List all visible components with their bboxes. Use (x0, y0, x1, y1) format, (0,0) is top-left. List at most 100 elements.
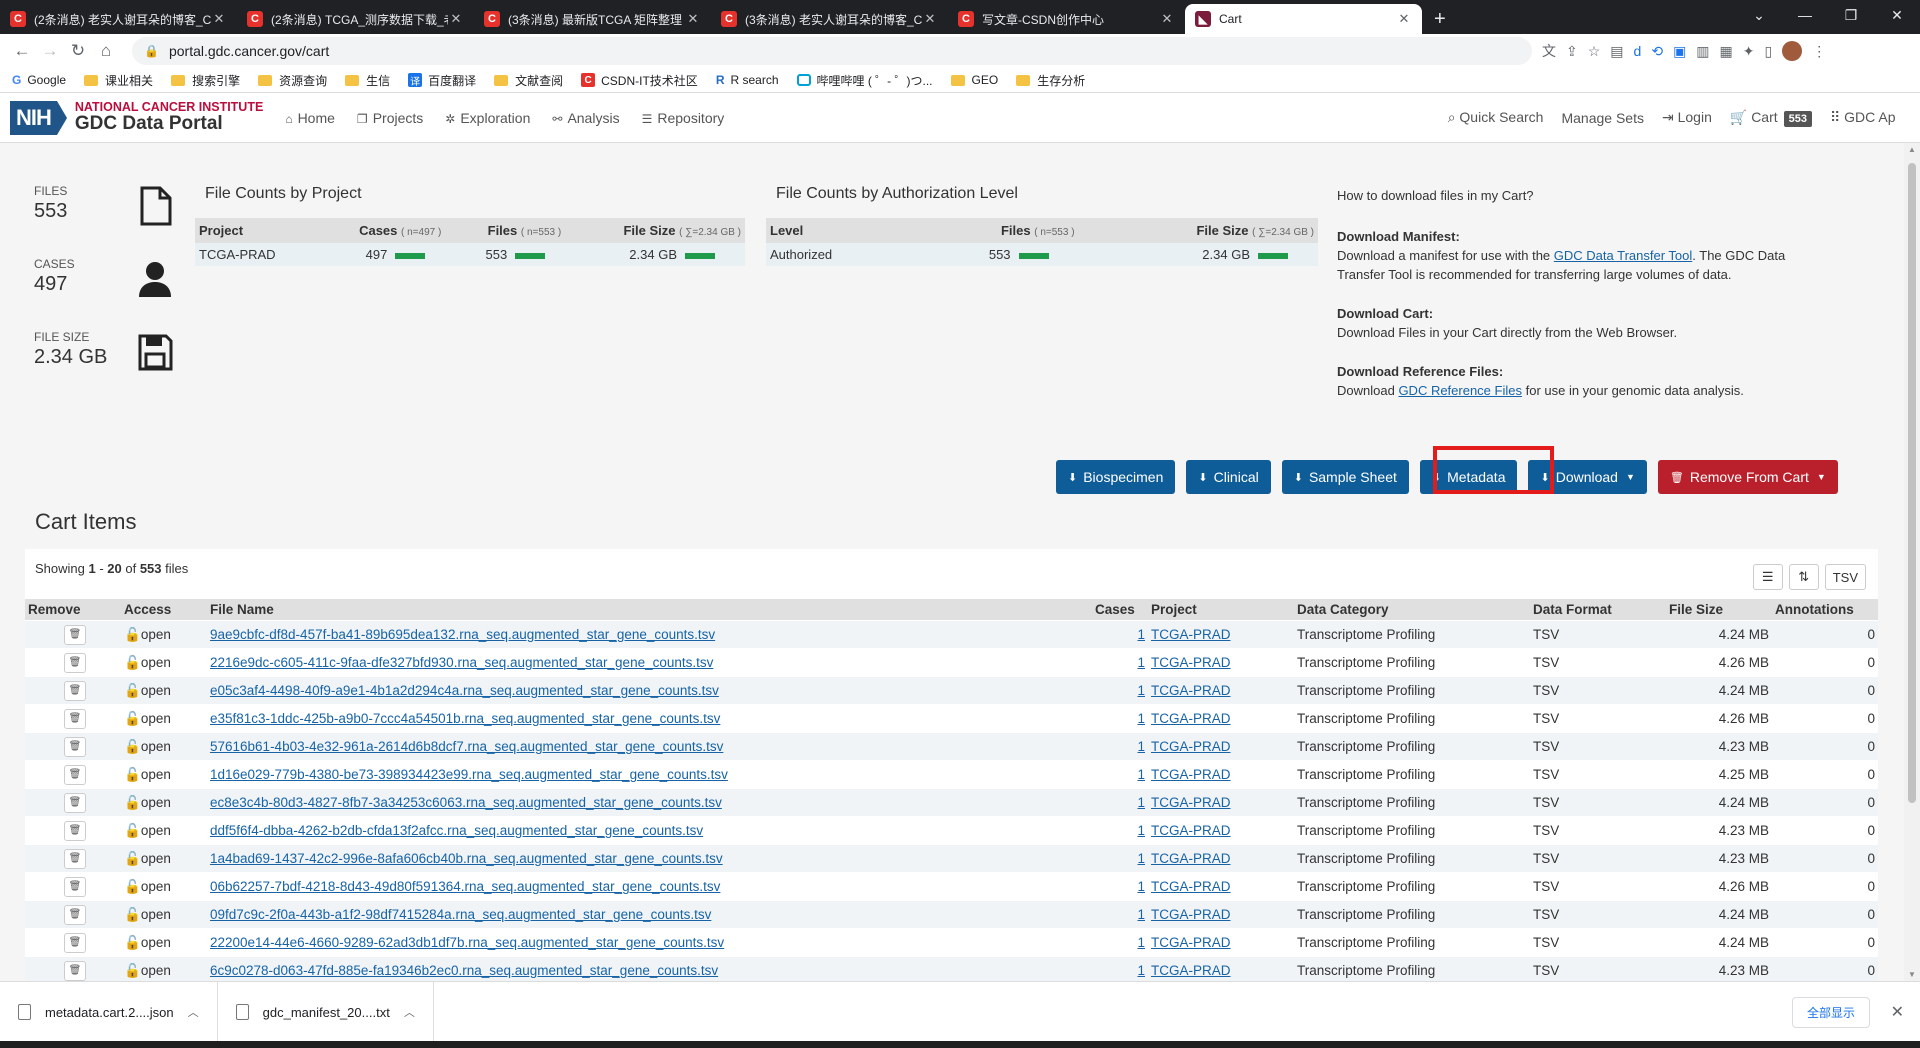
menu-icon[interactable]: ⋮ (1812, 43, 1826, 60)
chevron-up-icon[interactable]: ︿ (188, 1004, 199, 1020)
nav-repository[interactable]: ☰ Repository (642, 110, 725, 126)
file-name-link[interactable]: 22200e14-44e6-4660-9289-62ad3db1df7b.rna… (210, 935, 724, 950)
chevron-up-icon[interactable]: ︿ (404, 1004, 415, 1020)
star-icon[interactable]: ☆ (1588, 43, 1601, 60)
trash-icon[interactable]: 🗑 (64, 932, 86, 953)
file-name-link[interactable]: ec8e3c4b-80d3-4827-8fb7-3a34253c6063.rna… (210, 795, 722, 810)
close-window-icon[interactable]: ✕ (1874, 7, 1920, 24)
file-name-link[interactable]: 06b62257-7bdf-4218-8d43-49d80f591364.rna… (210, 879, 720, 894)
scroll-up-icon[interactable]: ▲ (1908, 145, 1916, 154)
close-icon[interactable]: ✕ (448, 11, 464, 27)
show-all-button[interactable]: 全部显示 (1791, 996, 1870, 1028)
nav-projects[interactable]: ❐ Projects (357, 110, 423, 126)
trash-icon[interactable]: 🗑 (64, 624, 86, 645)
sidebar-icon[interactable]: ▯ (1765, 43, 1773, 60)
extension-icon[interactable]: ▥ (1696, 43, 1709, 60)
trash-icon[interactable]: 🗑 (64, 820, 86, 841)
cases-link[interactable]: 1 (1137, 963, 1145, 978)
download-item[interactable]: gdc_manifest_20....txt ︿ (218, 982, 434, 1042)
column-menu-icon[interactable]: ☰ (1752, 564, 1783, 590)
trash-icon[interactable]: 🗑 (64, 960, 86, 981)
file-name-link[interactable]: 6c9c0278-d063-47fd-885e-fa19346b2ec0.rna… (210, 963, 718, 978)
extension-icon[interactable]: ▣ (1673, 43, 1686, 60)
cases-link[interactable]: 1 (1137, 767, 1145, 782)
bookmark-folder[interactable]: 资源查询 (258, 72, 327, 89)
file-name-link[interactable]: 1a4bad69-1437-42c2-996e-8afa606cb40b.rna… (210, 851, 723, 866)
project-link[interactable]: TCGA-PRAD (1151, 963, 1231, 978)
close-icon[interactable]: ✕ (1159, 11, 1175, 27)
cart-link[interactable]: 🛒 Cart 553 (1730, 109, 1812, 127)
manage-sets[interactable]: Manage Sets (1561, 110, 1644, 126)
tsv-export-button[interactable]: TSV (1824, 564, 1866, 590)
cases-link[interactable]: 1 (1137, 851, 1145, 866)
bookmark-folder[interactable]: 生存分析 (1016, 72, 1085, 89)
cases-link[interactable]: 1 (1137, 655, 1145, 670)
dtt-link[interactable]: GDC Data Transfer Tool (1554, 248, 1692, 263)
extension-icon[interactable]: ⟲ (1651, 43, 1663, 60)
cases-link[interactable]: 1 (1137, 739, 1145, 754)
nav-analysis[interactable]: ⚯ Analysis (552, 110, 619, 126)
trash-icon[interactable]: 🗑 (64, 708, 86, 729)
project-link[interactable]: TCGA-PRAD (1151, 851, 1231, 866)
bookmark-folder[interactable]: GEO (950, 73, 998, 87)
bookmark-item[interactable]: 译百度翻译 (408, 72, 476, 89)
reference-files-link[interactable]: GDC Reference Files (1398, 383, 1522, 398)
file-name-link[interactable]: ddf5f6f4-dbba-4262-b2db-cfda13f2afcc.rna… (210, 823, 703, 838)
clinical-button[interactable]: ⬇ Clinical (1186, 460, 1271, 494)
sample-sheet-button[interactable]: ⬇ Sample Sheet (1281, 460, 1409, 494)
trash-icon[interactable]: 🗑 (64, 904, 86, 925)
bookmark-item[interactable]: 哔哩哔哩 ( ゜- ゜)つ... (796, 72, 933, 89)
reload-icon[interactable]: ↻ (64, 41, 92, 61)
extension-icon[interactable]: ▦ (1720, 43, 1733, 60)
nih-logo[interactable]: NIH NATIONAL CANCER INSTITUTE GDC Data P… (10, 100, 263, 135)
translate-icon[interactable]: 文 (1542, 41, 1556, 61)
bookmark-folder[interactable]: 课业相关 (84, 72, 153, 89)
page-scrollbar[interactable]: ▲ ▼ (1904, 143, 1920, 981)
trash-icon[interactable]: 🗑 (64, 652, 86, 673)
file-name-link[interactable]: 2216e9dc-c605-411c-9faa-dfe327bfd930.rna… (210, 655, 713, 670)
share-icon[interactable]: ⇪ (1566, 43, 1578, 60)
cases-link[interactable]: 1 (1137, 907, 1145, 922)
project-link[interactable]: TCGA-PRAD (1151, 879, 1231, 894)
file-name-link[interactable]: 1d16e029-779b-4380-be73-398934423e99.rna… (210, 767, 728, 782)
remove-from-cart-button[interactable]: 🗑 Remove From Cart ▼ (1657, 460, 1838, 494)
file-name-link[interactable]: e05c3af4-4498-40f9-a9e1-4b1a2d294c4a.rna… (210, 683, 719, 698)
quick-search[interactable]: ⌕ Quick Search (1448, 109, 1544, 126)
file-name-link[interactable]: e35f81c3-1ddc-425b-a9b0-7ccc4a54501b.rna… (210, 711, 720, 726)
login[interactable]: ⇥ Login (1662, 109, 1712, 126)
browser-tab[interactable]: C (3条消息) 最新版TCGA 矩阵整理 ✕ (474, 4, 711, 34)
puzzle-icon[interactable]: ✦ (1743, 43, 1755, 60)
cases-link[interactable]: 1 (1137, 935, 1145, 950)
project-link[interactable]: TCGA-PRAD (1151, 823, 1231, 838)
home-icon[interactable]: ⌂ (92, 41, 120, 61)
minimize-icon[interactable]: — (1782, 7, 1828, 23)
trash-icon[interactable]: 🗑 (64, 764, 86, 785)
biospecimen-button[interactable]: ⬇ Biospecimen (1056, 460, 1176, 494)
project-link[interactable]: TCGA-PRAD (1151, 767, 1231, 782)
forward-icon[interactable]: → (36, 41, 64, 61)
project-link[interactable]: TCGA-PRAD (1151, 907, 1231, 922)
scrollbar-thumb[interactable] (1908, 163, 1916, 803)
close-icon[interactable]: ✕ (1396, 11, 1412, 27)
trash-icon[interactable]: 🗑 (64, 680, 86, 701)
extension-icon[interactable]: d (1634, 43, 1642, 59)
browser-tab[interactable]: C 写文章-CSDN创作中心 ✕ (948, 4, 1185, 34)
cases-link[interactable]: 1 (1137, 711, 1145, 726)
browser-tab[interactable]: C (2条消息) TCGA_测序数据下载_老 ✕ (237, 4, 474, 34)
close-icon[interactable]: ✕ (922, 11, 938, 27)
trash-icon[interactable]: 🗑 (64, 736, 86, 757)
project-link[interactable]: TCGA-PRAD (1151, 935, 1231, 950)
profile-avatar[interactable] (1782, 41, 1803, 61)
back-icon[interactable]: ← (8, 41, 36, 61)
bookmark-folder[interactable]: 文献查阅 (494, 72, 563, 89)
scroll-down-icon[interactable]: ▼ (1908, 970, 1916, 979)
sort-icon[interactable]: ⇅ (1788, 564, 1819, 590)
restore-icon[interactable]: ❐ (1828, 7, 1874, 24)
nav-exploration[interactable]: ✲ Exploration (445, 110, 530, 126)
bookmark-item[interactable]: RR search (716, 73, 779, 87)
extension-icon[interactable]: ▤ (1610, 43, 1623, 60)
cases-link[interactable]: 1 (1137, 879, 1145, 894)
cases-link[interactable]: 1 (1137, 683, 1145, 698)
bookmark-folder[interactable]: 搜索引擎 (171, 72, 240, 89)
nav-home[interactable]: ⌂ Home (285, 110, 335, 126)
